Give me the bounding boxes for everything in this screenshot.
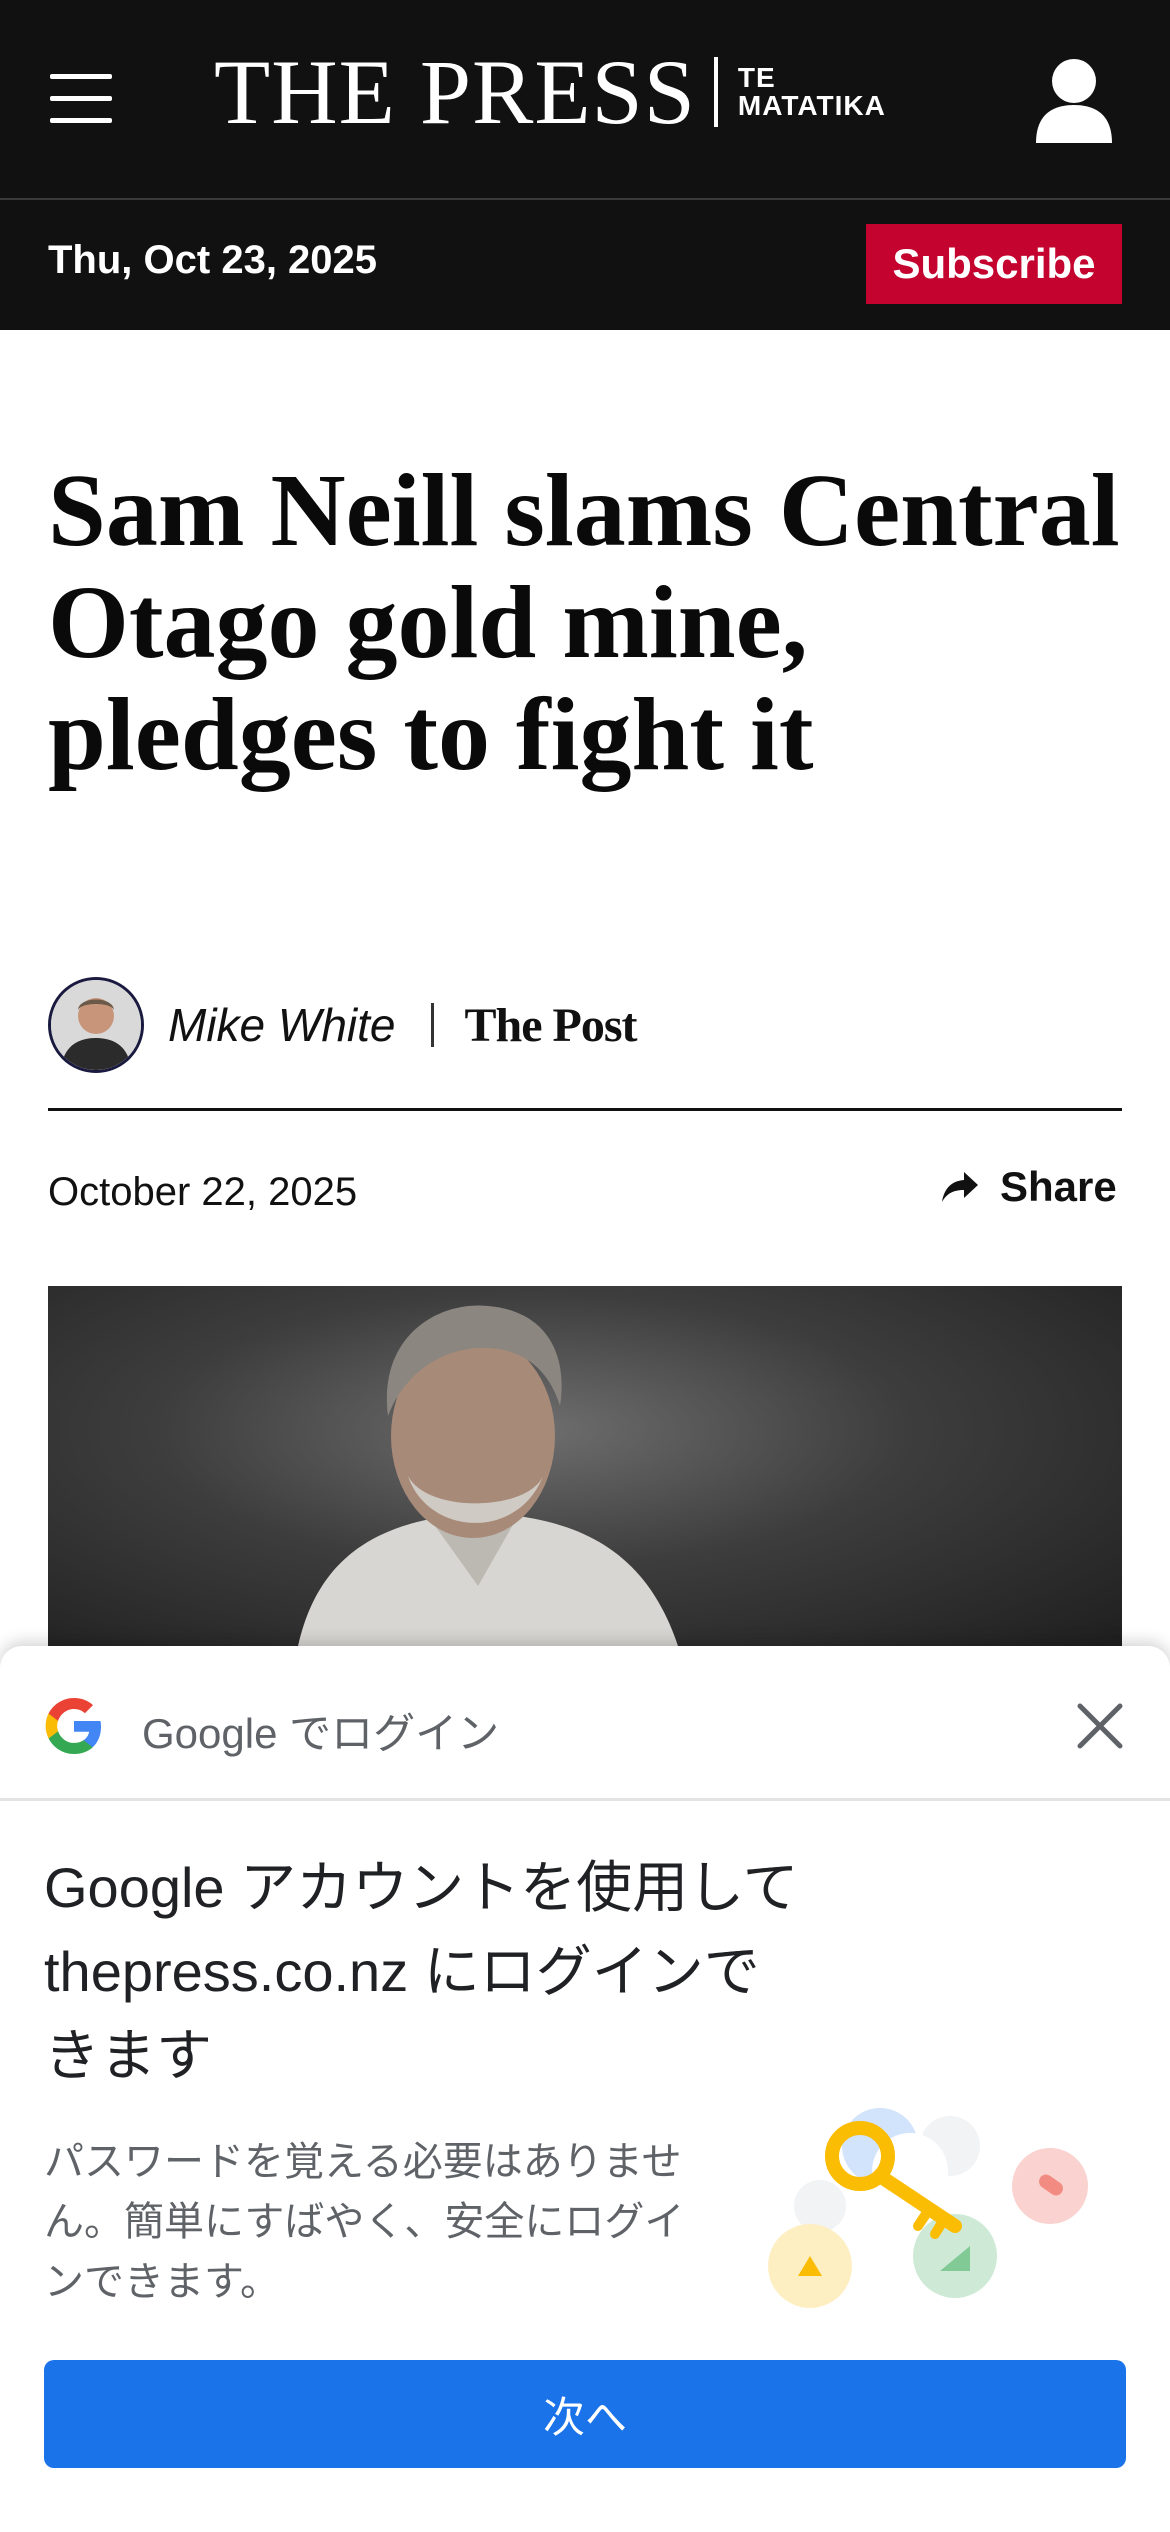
logo-divider <box>713 57 718 127</box>
sheet-title: Google でログイン <box>142 1710 500 1757</box>
byline-rule <box>48 1108 1122 1111</box>
sheet-header: Google でログイン <box>0 1646 1170 1801</box>
author-avatar[interactable] <box>48 977 144 1073</box>
article-hero-image[interactable] <box>48 1286 1122 1646</box>
author-name[interactable]: Mike White <box>168 998 395 1052</box>
article-headline: Sam Neill slams Central Otago gold mine,… <box>48 453 1120 792</box>
logo-subtitle: TE MATATIKA <box>737 62 886 121</box>
site-header: THE PRESS TE MATATIKA <box>0 0 1170 200</box>
share-arrow-icon <box>942 1172 978 1202</box>
next-button[interactable]: 次へ <box>44 2360 1126 2468</box>
share-button[interactable]: Share <box>940 1163 1117 1211</box>
user-account-icon[interactable] <box>1034 55 1114 145</box>
portrait-photo <box>298 1305 678 1646</box>
publish-date: October 22, 2025 <box>48 1170 358 1214</box>
google-signin-sheet: Google でログイン Google アカウントを使用して thepress.… <box>0 1646 1170 2532</box>
subscribe-button[interactable]: Subscribe <box>866 224 1122 304</box>
byline: Mike White The Post <box>48 975 1122 1075</box>
sheet-description: パスワードを覚える必要はありません。簡単にすばやく、安全にログインできます。 <box>44 2140 685 2304</box>
current-date: Thu, Oct 23, 2025 <box>48 238 378 282</box>
share-label: Share <box>1000 1163 1117 1210</box>
google-g-icon <box>45 1698 101 1754</box>
date-bar: Thu, Oct 23, 2025 Subscribe <box>0 200 1170 330</box>
logo-wordmark: THE PRESS <box>214 41 696 143</box>
key-illustration-icon <box>768 2108 1088 2308</box>
site-logo[interactable]: THE PRESS TE MATATIKA <box>214 42 886 142</box>
close-x-icon[interactable] <box>1072 1698 1128 1754</box>
outlet-name: The Post <box>464 998 637 1052</box>
sheet-heading: Google アカウントを使用して thepress.co.nz にログインでき… <box>44 1856 799 2087</box>
hamburger-menu-icon[interactable] <box>50 72 112 124</box>
byline-divider <box>431 1003 435 1047</box>
